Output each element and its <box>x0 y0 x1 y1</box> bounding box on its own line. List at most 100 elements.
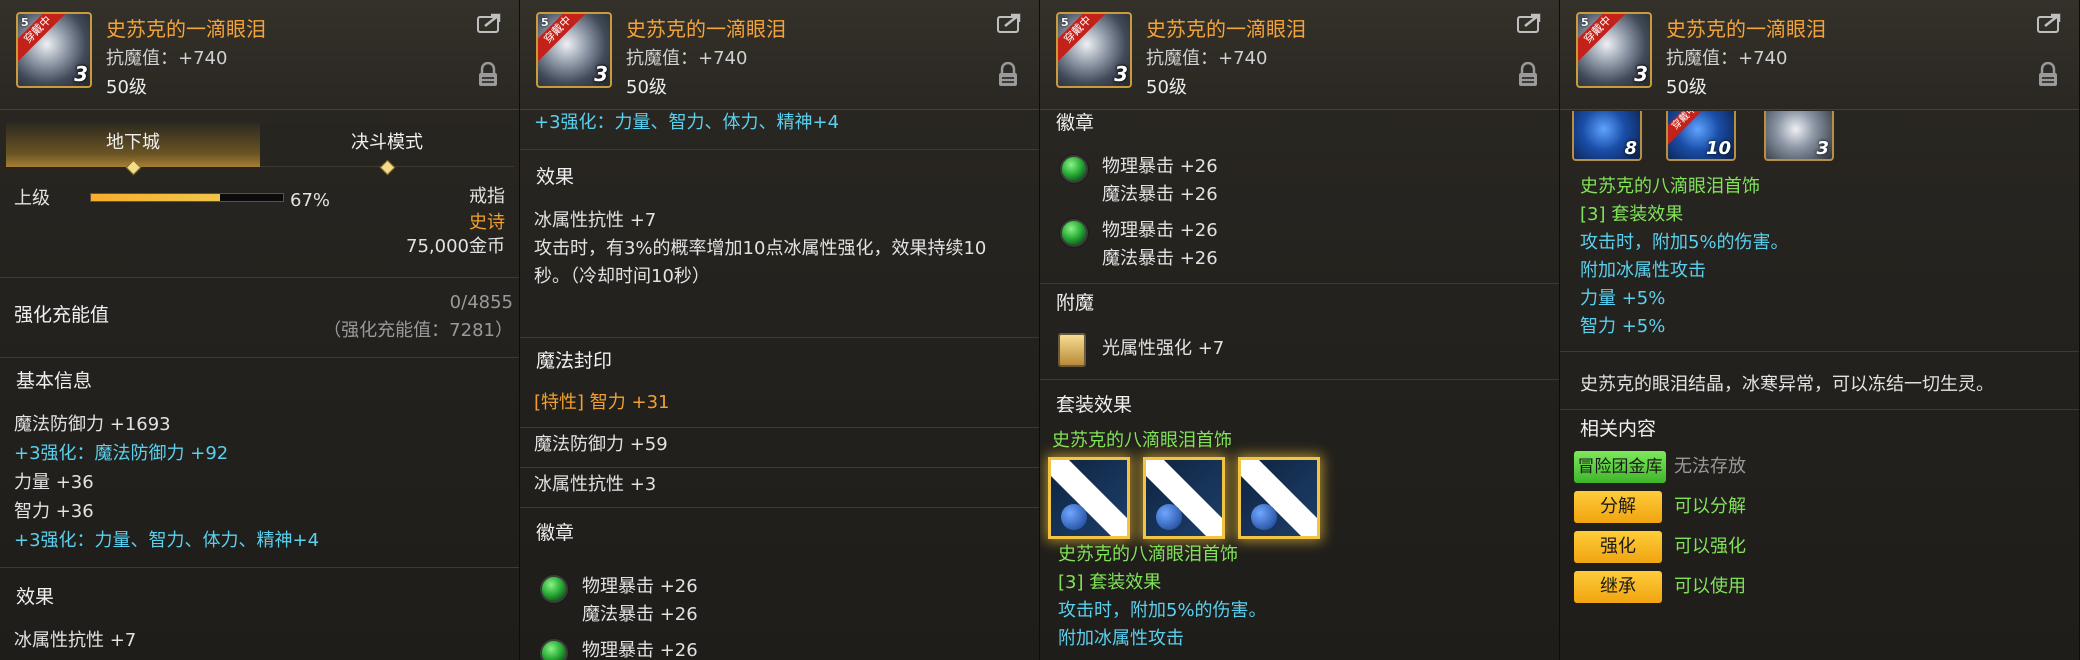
emblem-line: 物理暴击 +26 <box>582 640 698 660</box>
share-icon[interactable] <box>477 12 503 34</box>
emblem-line: 魔法暴击 +26 <box>1102 184 1218 205</box>
item-icon-level: 5 <box>1581 16 1589 29</box>
tab-duel-mode[interactable]: 决斗模式 <box>260 123 514 176</box>
enhance-badge[interactable]: 强化 <box>1574 531 1662 563</box>
tooltip-panel-4: 穿戴中 5 3 史苏克的一滴眼泪 抗魔值：+740 50级 8 穿戴中 10 3 … <box>1560 0 2080 660</box>
basic-stat: 智力 +36 <box>14 501 94 522</box>
item-icon: 穿戴中 5 3 <box>536 12 612 88</box>
emblem-line: 物理暴击 +26 <box>582 576 698 597</box>
divider <box>0 277 519 278</box>
basic-stat: 力量 +36 <box>14 472 94 493</box>
set-piece-icon[interactable]: 3 <box>1764 111 1834 161</box>
set-count: [3] 套装效果 <box>1580 204 1684 225</box>
lock-icon[interactable] <box>1517 62 1539 88</box>
effect-title: 效果 <box>16 586 55 608</box>
price: 75,000金币 <box>406 236 505 257</box>
effect-line: 冰属性抗性 +7 <box>14 630 137 651</box>
share-icon[interactable] <box>1517 12 1543 34</box>
item-stat: 抗魔值：+740 <box>1146 48 1268 69</box>
emblem-line: 魔法暴击 +26 <box>1102 248 1218 269</box>
emblem-title: 徽章 <box>1056 112 1095 134</box>
share-icon[interactable] <box>997 12 1023 34</box>
related-status: 可以使用 <box>1674 576 1746 597</box>
grade-progress-bar <box>90 193 284 202</box>
item-level: 50级 <box>1666 77 1707 98</box>
tab-dungeon[interactable]: 地下城 <box>6 123 260 176</box>
set-effect: 攻击时，附加5%的伤害。 <box>1058 600 1267 621</box>
item-level: 50级 <box>626 77 667 98</box>
enchant-card-icon <box>1058 333 1086 367</box>
tooltip-body: 地下城 决斗模式 上级 67% 戒指 史诗 75,000金币 0/4855 强化… <box>0 111 519 660</box>
seal-line: 魔法防御力 +59 <box>534 434 668 455</box>
enchant-line: 光属性强化 +7 <box>1102 338 1225 359</box>
divider <box>1560 409 2079 410</box>
inherit-badge[interactable]: 继承 <box>1574 571 1662 603</box>
guild-storage-badge[interactable]: 冒险团金库 <box>1574 451 1666 483</box>
item-icon-level: 5 <box>1061 16 1069 29</box>
item-icon: 穿戴中 5 3 <box>16 12 92 88</box>
divider <box>520 149 1039 150</box>
disassemble-badge[interactable]: 分解 <box>1574 491 1662 523</box>
emblem-line: 魔法暴击 +26 <box>582 604 698 625</box>
tab-indicator-icon <box>125 159 142 176</box>
basic-stat: 魔法防御力 +1693 <box>14 414 171 435</box>
related-status: 可以分解 <box>1674 496 1746 517</box>
emblem-line: 物理暴击 +26 <box>1102 220 1218 241</box>
emblem-title: 徽章 <box>536 522 575 544</box>
charge-label: 强化充能值 <box>14 304 110 326</box>
enhance-line: +3强化：力量、智力、体力、精神+4 <box>534 112 840 133</box>
effect-title: 效果 <box>536 166 575 188</box>
lock-icon[interactable] <box>477 62 499 88</box>
divider <box>1560 351 2079 352</box>
green-gem-icon <box>1060 155 1088 183</box>
item-stat: 抗魔值：+740 <box>106 48 228 69</box>
set-item-icon <box>1061 504 1087 530</box>
item-icon-count: 3 <box>1634 62 1648 86</box>
set-item-slot[interactable] <box>1238 457 1320 539</box>
seal-title: 魔法封印 <box>536 350 613 372</box>
item-icon-level: 5 <box>541 16 549 29</box>
lock-icon[interactable] <box>997 62 1019 88</box>
item-icon: 穿戴中 5 3 <box>1056 12 1132 88</box>
item-icon-count: 3 <box>1114 62 1128 86</box>
set-item-slot[interactable] <box>1143 457 1225 539</box>
lock-icon[interactable] <box>2037 62 2059 88</box>
set-name: 史苏克的八滴眼泪首饰 <box>1058 544 1238 565</box>
effect-line: 攻击时，有3%的概率增加10点冰属性强化，效果持续10 <box>534 238 987 259</box>
divider <box>520 507 1039 508</box>
charge-value: 0/4855 <box>449 292 513 313</box>
tooltip-panel-1: 穿戴中 5 3 史苏克的一滴眼泪 抗魔值：+740 50级 地下城 决斗模式 上… <box>0 0 520 660</box>
set-effect: 附加冰属性攻击 <box>1058 628 1184 649</box>
item-header: 穿戴中 5 3 史苏克的一滴眼泪 抗魔值：+740 50级 <box>1040 0 1559 110</box>
green-gem-icon <box>1060 219 1088 247</box>
divider <box>520 427 1039 428</box>
tooltip-panel-3: 穿戴中 5 3 史苏克的一滴眼泪 抗魔值：+740 50级 徽章 物理暴击 +2… <box>1040 0 1560 660</box>
slot-type: 戒指 <box>469 186 505 207</box>
item-name: 史苏克的一滴眼泪 <box>106 17 266 41</box>
divider <box>1040 283 1559 284</box>
item-icon: 穿戴中 5 3 <box>1576 12 1652 88</box>
seal-line: [特性] 智力 +31 <box>534 392 670 413</box>
effect-line: 冰属性抗性 +7 <box>534 210 657 231</box>
basic-info-title: 基本信息 <box>16 370 93 392</box>
set-item-icon <box>1156 504 1182 530</box>
related-status: 可以强化 <box>1674 536 1746 557</box>
emblem-line: 物理暴击 +26 <box>1102 156 1218 177</box>
item-header: 穿戴中 5 3 史苏克的一滴眼泪 抗魔值：+740 50级 <box>1560 0 2079 110</box>
tab-indicator-icon <box>379 159 396 176</box>
item-level: 50级 <box>106 77 147 98</box>
set-item-slot[interactable] <box>1048 457 1130 539</box>
related-title: 相关内容 <box>1580 418 1657 440</box>
share-icon[interactable] <box>2037 12 2063 34</box>
set-effect: 智力 +5% <box>1580 316 1666 337</box>
tooltip-body: +3强化：力量、智力、体力、精神+4 效果 冰属性抗性 +7 攻击时，有3%的概… <box>520 111 1039 660</box>
item-stat: 抗魔值：+740 <box>626 48 748 69</box>
tooltip-body: 徽章 物理暴击 +26 魔法暴击 +26 物理暴击 +26 魔法暴击 +26 附… <box>1040 111 1559 660</box>
item-icon-count: 3 <box>594 62 608 86</box>
set-piece-icon[interactable]: 穿戴中 10 <box>1666 111 1736 161</box>
set-piece-icon[interactable]: 8 <box>1572 111 1642 161</box>
item-icon-level: 5 <box>21 16 29 29</box>
item-header: 穿戴中 5 3 史苏克的一滴眼泪 抗魔值：+740 50级 <box>0 0 519 110</box>
set-effect: 附加冰属性攻击 <box>1580 260 1706 281</box>
basic-stat: +3强化：力量、智力、体力、精神+4 <box>14 530 320 551</box>
